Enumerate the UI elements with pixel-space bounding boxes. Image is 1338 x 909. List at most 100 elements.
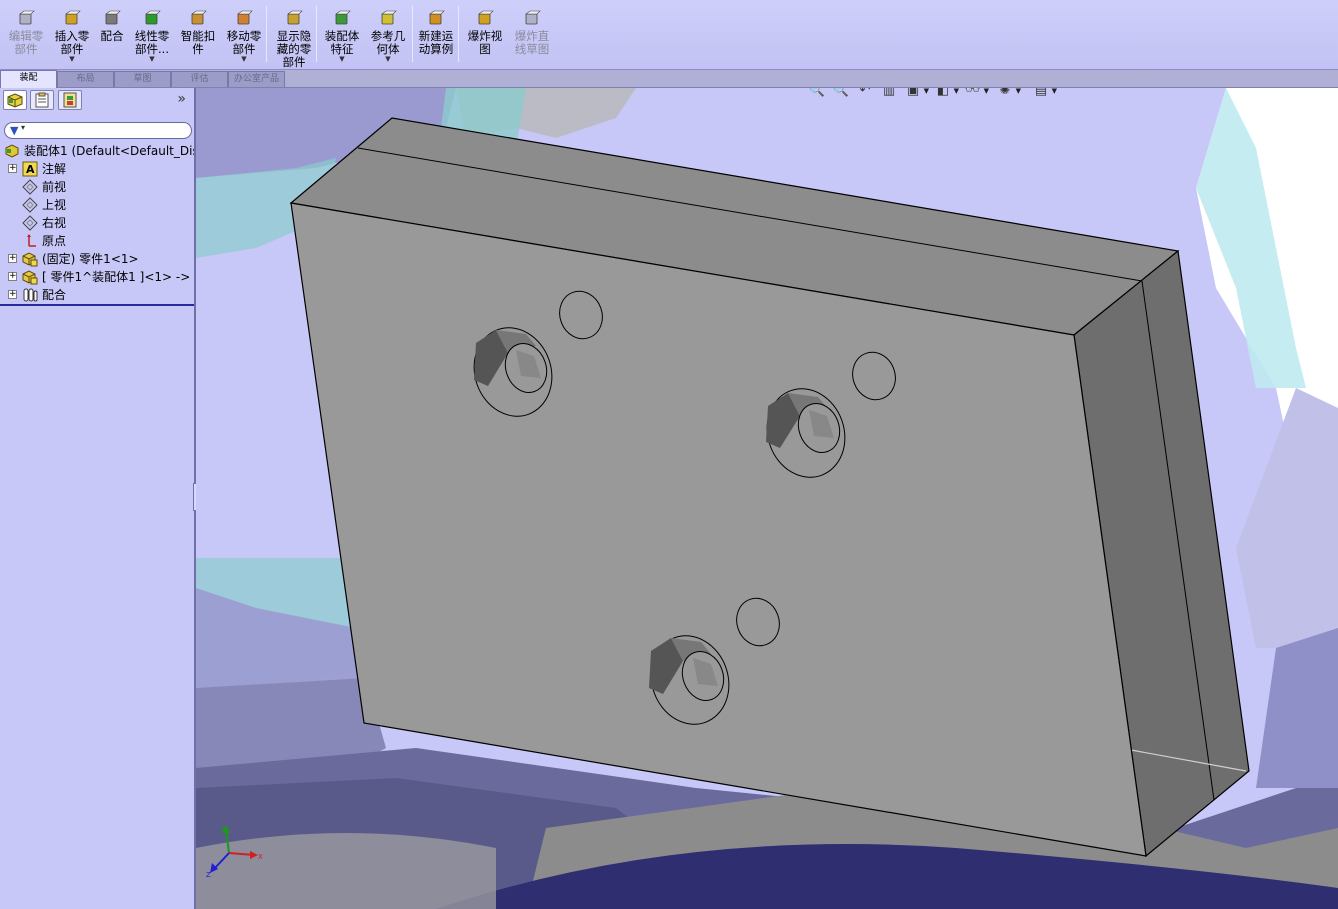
toolbar-button-explode-line-sketch[interactable]: 爆炸直 线草图 <box>510 2 554 68</box>
toolbar-button-label: 新建运 动算例 <box>418 29 454 56</box>
previous-view-icon[interactable]: ↶ <box>856 88 874 100</box>
tree-item-label: 装配体1 (Default<Default_Display <box>24 144 194 158</box>
view-settings-icon[interactable]: ▤ ▼ <box>1032 88 1057 100</box>
toolbar-button-edit-component[interactable]: 编辑零 部件 <box>2 2 50 68</box>
smart-fasteners-icon <box>189 10 207 28</box>
toolbar-button-new-motion-study[interactable]: 新建运 动算例 <box>414 2 458 68</box>
dropdown-arrow-icon[interactable]: ▼ <box>1016 88 1021 100</box>
assembly-feature-icon <box>333 10 351 28</box>
expand-node-icon[interactable]: + <box>8 254 17 263</box>
tab-2[interactable]: 草图 <box>114 71 171 87</box>
toolbar-button-reference-geometry[interactable]: 参考几 何体 ▼ <box>366 2 410 68</box>
exploded-view-icon <box>476 10 494 28</box>
expand-node-icon[interactable]: + <box>8 164 17 173</box>
feature-tree: 装配体1 (Default<Default_Display + A 注解前视上视右视原… <box>0 142 194 304</box>
move-component-icon <box>235 10 253 28</box>
expand-panel-icon[interactable]: » <box>177 91 186 107</box>
heads-up-glyph: ✺ <box>999 88 1011 98</box>
toolbar-separator <box>266 6 267 62</box>
section-view-icon[interactable]: ▥ <box>880 88 898 100</box>
tree-item[interactable]: 装配体1 (Default<Default_Display <box>0 142 194 160</box>
property-icon <box>35 92 49 108</box>
origin-icon <box>22 233 38 249</box>
dropdown-arrow-icon[interactable]: ▼ <box>1052 88 1057 100</box>
rollback-bar[interactable] <box>0 304 194 306</box>
tree-item[interactable]: 原点 <box>0 232 194 250</box>
tree-item[interactable]: + [ 零件1^装配体1 ]<1> -> <box>0 268 194 286</box>
tree-filter-input[interactable]: ▼ ▾ <box>4 122 192 139</box>
dropdown-arrow-icon[interactable]: ▼ <box>50 56 94 63</box>
heads-up-glyph: 🔍 <box>832 88 850 98</box>
toolbar-button-exploded-view[interactable]: 爆炸视 图 <box>462 2 508 68</box>
tree-item[interactable]: + 配合 <box>0 286 194 304</box>
zoom-to-fit-icon[interactable]: 🔍 <box>808 88 826 100</box>
toolbar-button-mate[interactable]: 配合 <box>96 2 128 68</box>
graphics-area[interactable]: 🔍 🔍 ↶ ▥ ▣ ▼ ◧ ▼ 👓 ▼ ✺ ▼ ▤ ▼ Y X Z <box>196 88 1338 909</box>
tree-item-label: 前视 <box>42 180 67 194</box>
tree-item[interactable]: 上视 <box>0 196 194 214</box>
property-manager-tab[interactable] <box>30 90 54 110</box>
toolbar-button-label: 参考几 何体 <box>370 29 406 56</box>
heads-up-glyph: ↶ <box>859 88 871 98</box>
dropdown-arrow-icon[interactable]: ▼ <box>924 88 929 100</box>
toolbar-button-label: 装配体 特征 <box>324 29 360 56</box>
toolbar-separator <box>412 6 413 62</box>
heads-up-glyph: 👓 <box>964 88 982 98</box>
command-manager-toolbar: 编辑零 部件 插入零 部件 ▼ 配合 线性零 部件... ▼ 智能扣 件移动零 部件 ▼ 显示隐… <box>0 0 1338 70</box>
expand-node-icon[interactable]: + <box>8 290 17 299</box>
dropdown-arrow-icon[interactable]: ▼ <box>222 56 266 63</box>
dropdown-arrow-icon[interactable]: ▼ <box>954 88 959 100</box>
tree-item-label: 上视 <box>42 198 67 212</box>
tree-item-label: (固定) 零件1<1> <box>42 252 139 266</box>
hide-show-items-icon[interactable]: 👓 ▼ <box>964 88 989 100</box>
feature-tree-icon <box>7 93 23 108</box>
svg-text:A: A <box>26 163 35 176</box>
new-motion-study-icon <box>427 10 445 28</box>
viewport-canvas <box>196 88 1338 909</box>
view-orientation-icon[interactable]: ▣ ▼ <box>904 88 929 100</box>
edit-appearance-icon[interactable]: ✺ ▼ <box>996 88 1021 100</box>
toolbar-button-label: 配合 <box>100 29 124 43</box>
tab-4[interactable]: 办公室产品 <box>228 71 285 87</box>
dropdown-arrow-icon[interactable]: ▼ <box>984 88 989 100</box>
toolbar-button-label: 线性零 部件... <box>134 29 170 56</box>
toolbar-button-show-hidden[interactable]: 显示隐 藏的零 部件 <box>270 2 318 69</box>
dropdown-arrow-icon[interactable]: ▼ <box>320 56 364 63</box>
toolbar-button-assembly-feature[interactable]: 装配体 特征 ▼ <box>320 2 364 68</box>
tree-item[interactable]: + A 注解 <box>0 160 194 178</box>
svg-text:X: X <box>258 853 263 861</box>
heads-up-glyph: 🔍 <box>808 88 826 98</box>
zoom-to-area-icon[interactable]: 🔍 <box>832 88 850 100</box>
toolbar-button-linear-pattern[interactable]: 线性零 部件... ▼ <box>130 2 174 68</box>
dropdown-arrow-icon[interactable]: ▼ <box>130 56 174 63</box>
feature-manager-tab[interactable] <box>3 90 27 110</box>
configuration-manager-tab[interactable] <box>58 90 82 110</box>
dropdown-arrow-icon[interactable]: ▼ <box>366 56 410 63</box>
toolbar-button-label: 爆炸直 线草图 <box>514 29 550 56</box>
tree-item-label: [ 零件1^装配体1 ]<1> -> <box>42 270 191 284</box>
feature-manager-panel: » ▼ ▾ 装配体1 (Default<Default_Display + A 注解前… <box>0 88 196 909</box>
tab-0[interactable]: 装配 <box>0 70 57 88</box>
tree-item-label: 注解 <box>42 162 67 176</box>
show-hidden-icon <box>285 10 303 28</box>
toolbar-button-smart-fasteners[interactable]: 智能扣 件 <box>176 2 220 68</box>
mates-folder-icon <box>22 287 38 303</box>
toolbar-button-move-component[interactable]: 移动零 部件 ▼ <box>222 2 266 68</box>
tab-3[interactable]: 评估 <box>171 71 228 87</box>
expand-node-icon[interactable]: + <box>8 272 17 281</box>
edit-component-icon <box>17 10 35 28</box>
tab-1[interactable]: 布局 <box>57 71 114 87</box>
display-style-icon[interactable]: ◧ ▼ <box>934 88 959 100</box>
toolbar-button-label: 显示隐 藏的零 部件 <box>276 29 312 69</box>
part-icon <box>22 251 38 267</box>
reference-geometry-icon <box>379 10 397 28</box>
tree-item[interactable]: 右视 <box>0 214 194 232</box>
toolbar-button-insert-component[interactable]: 插入零 部件 ▼ <box>50 2 94 68</box>
tree-item[interactable]: 前视 <box>0 178 194 196</box>
toolbar-button-label: 编辑零 部件 <box>8 29 44 56</box>
tree-item[interactable]: + (固定) 零件1<1> <box>0 250 194 268</box>
heads-up-glyph: ◧ <box>936 88 950 98</box>
toolbar-button-label: 智能扣 件 <box>180 29 216 56</box>
plane-icon <box>22 179 38 195</box>
toolbar-separator <box>458 6 459 62</box>
